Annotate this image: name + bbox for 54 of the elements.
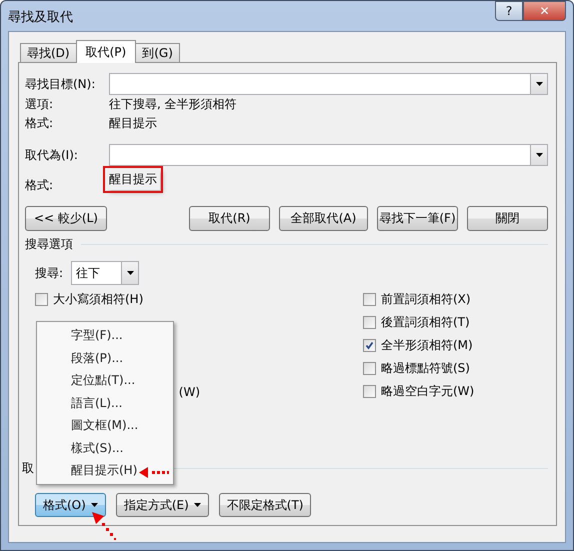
format-button[interactable]: 指定方式(E) — [116, 493, 209, 517]
format-button[interactable]: 格式(O) — [35, 493, 106, 517]
checkbox[interactable] — [363, 362, 376, 375]
info-value: 往下搜尋, 全半形須相符 — [109, 96, 237, 113]
checkbox-label: 略過空白字元(W) — [381, 383, 474, 400]
checkbox[interactable] — [363, 316, 376, 329]
menu-item[interactable]: 醒目提示(H) — [37, 459, 173, 482]
direction-dropdown[interactable]: 往下 — [71, 261, 139, 285]
menu-item[interactable]: 字型(F)... — [37, 324, 173, 346]
action-button[interactable]: 尋找下一筆(F) — [377, 206, 458, 231]
checkbox-label: 大小寫須相符(H) — [53, 291, 144, 308]
checkbox-label: 後置詞須相符(T) — [381, 314, 470, 331]
action-button[interactable]: 取代(R) — [189, 206, 270, 231]
info-value: 醒目提示 — [109, 115, 157, 132]
input-field[interactable] — [109, 73, 548, 95]
annotation-arrow — [92, 512, 116, 540]
input-field[interactable] — [109, 144, 548, 166]
field-label: 取代為(I): — [25, 146, 79, 164]
less-button[interactable]: << 較少(L) — [25, 206, 107, 231]
checkbox[interactable] — [35, 293, 48, 306]
info-label: 選項: — [25, 96, 54, 113]
checkbox[interactable] — [363, 293, 376, 306]
menu-item[interactable]: 樣式(S)... — [37, 436, 173, 459]
checkbox-label: 前置詞須相符(X) — [381, 291, 471, 308]
checkbox[interactable] — [363, 339, 376, 352]
checkbox-label: 略過標點符號(S) — [381, 360, 470, 377]
menu-item[interactable]: 定位點(T)... — [37, 369, 173, 392]
dropdown-arrow-icon — [536, 153, 542, 157]
checkbox[interactable] — [363, 385, 376, 398]
info-label: 格式: — [25, 115, 54, 132]
action-button[interactable]: 關閉 — [467, 206, 548, 231]
dropdown-arrow-icon — [126, 271, 134, 275]
section-title: 取 — [22, 460, 34, 477]
dropdown-arrow-icon — [536, 82, 542, 86]
tab[interactable]: 到(G) — [135, 43, 180, 62]
info-value: 醒目提示 — [106, 169, 160, 190]
checkbox-label: 全半形須相符(M) — [381, 337, 473, 354]
info-label: 格式: — [25, 177, 54, 194]
caret-icon — [194, 503, 201, 507]
annotation-arrow — [139, 467, 169, 478]
action-button[interactable]: 全部取代(A) — [279, 206, 368, 231]
checkbox-label: (W) — [178, 384, 200, 398]
menu-item[interactable]: 圖文框(M)... — [37, 414, 173, 436]
caret-icon — [90, 503, 98, 507]
window-title: 尋找及取代 — [8, 9, 73, 26]
help-button[interactable]: ? — [495, 1, 523, 21]
tab[interactable]: 尋找(D) — [20, 43, 77, 62]
menu-item[interactable]: 語言(L)... — [37, 392, 173, 414]
field-label: 尋找目標(N): — [25, 76, 96, 92]
format-button[interactable]: 不限定格式(T) — [218, 493, 312, 517]
menu-item[interactable]: 段落(P)... — [37, 346, 173, 369]
section-title: 搜尋選項 — [25, 236, 73, 253]
tab[interactable]: 取代(P) — [76, 40, 136, 63]
field-label: 搜尋: — [35, 264, 64, 282]
